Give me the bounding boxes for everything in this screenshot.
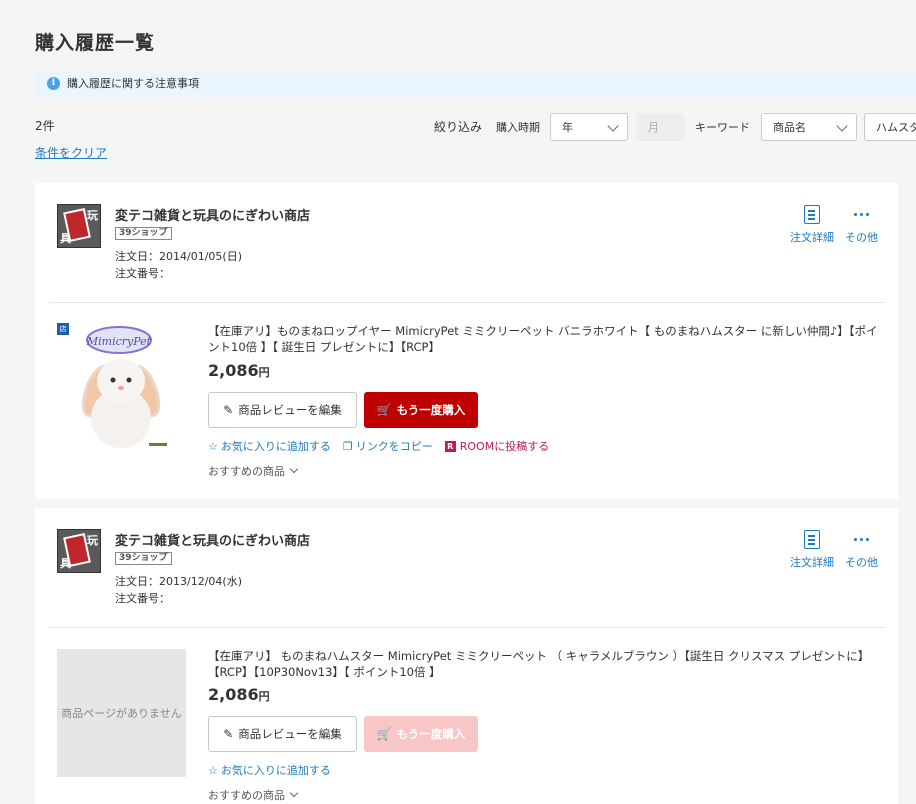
product-price: 2,086円 — [208, 361, 270, 380]
more-label: その他 — [845, 556, 878, 569]
notice-banner[interactable]: i 購入履歴に関する注意事項 — [35, 69, 916, 97]
keyword-input[interactable]: ハムスタ — [864, 113, 916, 141]
edit-review-label: 商品レビューを編集 — [238, 403, 342, 417]
product-title: 【在庫アリ】 ものまねハムスター MimicryPet ミミクリーペット （ キ… — [208, 649, 870, 679]
clear-filters-link[interactable]: 条件をクリア — [35, 144, 107, 161]
order-number: 注文番号： — [115, 592, 170, 605]
add-favorite-link[interactable]: ☆ お気に入りに追加する — [208, 438, 331, 454]
divider — [49, 302, 885, 303]
recommend-toggle[interactable]: おすすめの商品 — [208, 463, 299, 479]
cart-icon: 🛒 — [376, 727, 392, 741]
more-label: その他 — [845, 231, 878, 244]
month-select: 月 — [636, 113, 685, 141]
rebuy-label: もう一度購入 — [396, 727, 466, 741]
month-select-value: 月 — [648, 121, 659, 134]
year-select[interactable]: 年 — [550, 113, 628, 141]
divider — [49, 627, 885, 628]
keyword-type-value: 商品名 — [773, 121, 806, 134]
tag-icon: 店 — [57, 323, 69, 335]
product-price: 2,086円 — [208, 685, 270, 704]
order-card: 玩 具 変テコ雑貨と玩具のにぎわい商店 39ショップ 注文日：2013/12/0… — [35, 508, 898, 804]
copy-link[interactable]: ❐ リンクをコピー — [343, 438, 433, 454]
order-card: 玩 具 変テコ雑貨と玩具のにぎわい商店 39ショップ 注文日：2014/01/0… — [35, 183, 898, 499]
order-detail-label: 注文詳細 — [790, 556, 834, 569]
edit-review-label: 商品レビューを編集 — [238, 727, 342, 741]
more-button[interactable]: その他 — [845, 530, 878, 570]
order-number: 注文番号： — [115, 267, 170, 280]
period-label: 購入時期 — [496, 121, 540, 134]
page-title: 購入履歴一覧 — [35, 32, 156, 54]
cart-icon: 🛒 — [376, 403, 392, 417]
edit-review-button[interactable]: ✎ 商品レビューを編集 — [208, 716, 357, 752]
chevron-down-icon — [836, 120, 848, 132]
svg-text:MimicryPet: MimicryPet — [86, 335, 152, 348]
room-post-link[interactable]: R ROOMに投稿する — [444, 438, 549, 454]
keyword-label: キーワード — [695, 121, 750, 134]
product-title[interactable]: 【在庫アリ】ものまねロップイヤー MimicryPet ミミクリーペット バニラ… — [208, 323, 888, 355]
more-dots-icon — [854, 530, 869, 549]
shop-logo[interactable]: 玩 具 — [57, 204, 101, 248]
order-date: 注文日：2014/01/05(日) — [115, 250, 242, 263]
product-image[interactable]: MimicryPet — [57, 323, 187, 453]
star-icon: ☆ — [208, 439, 218, 453]
recommend-toggle[interactable]: おすすめの商品 — [208, 787, 299, 803]
pencil-icon: ✎ — [223, 727, 234, 741]
document-icon — [804, 205, 820, 224]
rebuy-button[interactable]: 🛒 もう一度購入 — [364, 392, 478, 428]
rebuy-label: もう一度購入 — [396, 403, 466, 417]
room-icon: R — [444, 440, 456, 452]
product-links: ☆ お気に入りに追加する ❐ リンクをコピー R ROOMに投稿する — [208, 438, 549, 454]
star-icon: ☆ — [208, 763, 218, 777]
keyword-input-value: ハムスタ — [876, 121, 916, 134]
year-select-value: 年 — [562, 121, 573, 134]
product-links: ☆ お気に入りに追加する — [208, 762, 331, 778]
order-detail-button[interactable]: 注文詳細 — [790, 530, 834, 570]
more-button[interactable]: その他 — [845, 205, 878, 245]
chevron-down-icon — [607, 120, 619, 132]
rebuy-button-disabled: 🛒 もう一度購入 — [364, 716, 478, 752]
keyword-type-select[interactable]: 商品名 — [761, 113, 857, 141]
order-date: 注文日：2013/12/04(水) — [115, 575, 242, 588]
shop-name[interactable]: 変テコ雑貨と玩具のにぎわい商店 — [115, 530, 310, 549]
shop-name[interactable]: 変テコ雑貨と玩具のにぎわい商店 — [115, 205, 310, 224]
edit-review-button[interactable]: ✎ 商品レビューを編集 — [208, 392, 357, 428]
copy-icon: ❐ — [342, 439, 353, 453]
chevron-down-icon — [289, 788, 299, 798]
shop-badge: 39ショップ — [115, 227, 172, 240]
no-image-placeholder: 商品ページがありません — [57, 649, 186, 777]
shop-badge: 39ショップ — [115, 552, 172, 565]
add-favorite-link[interactable]: ☆ お気に入りに追加する — [208, 762, 331, 778]
pencil-icon: ✎ — [223, 403, 234, 417]
filter-label: 絞り込み — [434, 120, 483, 134]
chevron-down-icon — [289, 464, 299, 474]
result-count: 2件 — [35, 119, 55, 133]
notice-text[interactable]: 購入履歴に関する注意事項 — [67, 75, 199, 91]
order-detail-label: 注文詳細 — [790, 231, 834, 244]
shop-logo[interactable]: 玩 具 — [57, 529, 101, 573]
document-icon — [804, 530, 820, 549]
more-dots-icon — [854, 205, 869, 224]
info-icon: i — [47, 76, 60, 90]
order-detail-button[interactable]: 注文詳細 — [790, 205, 834, 245]
